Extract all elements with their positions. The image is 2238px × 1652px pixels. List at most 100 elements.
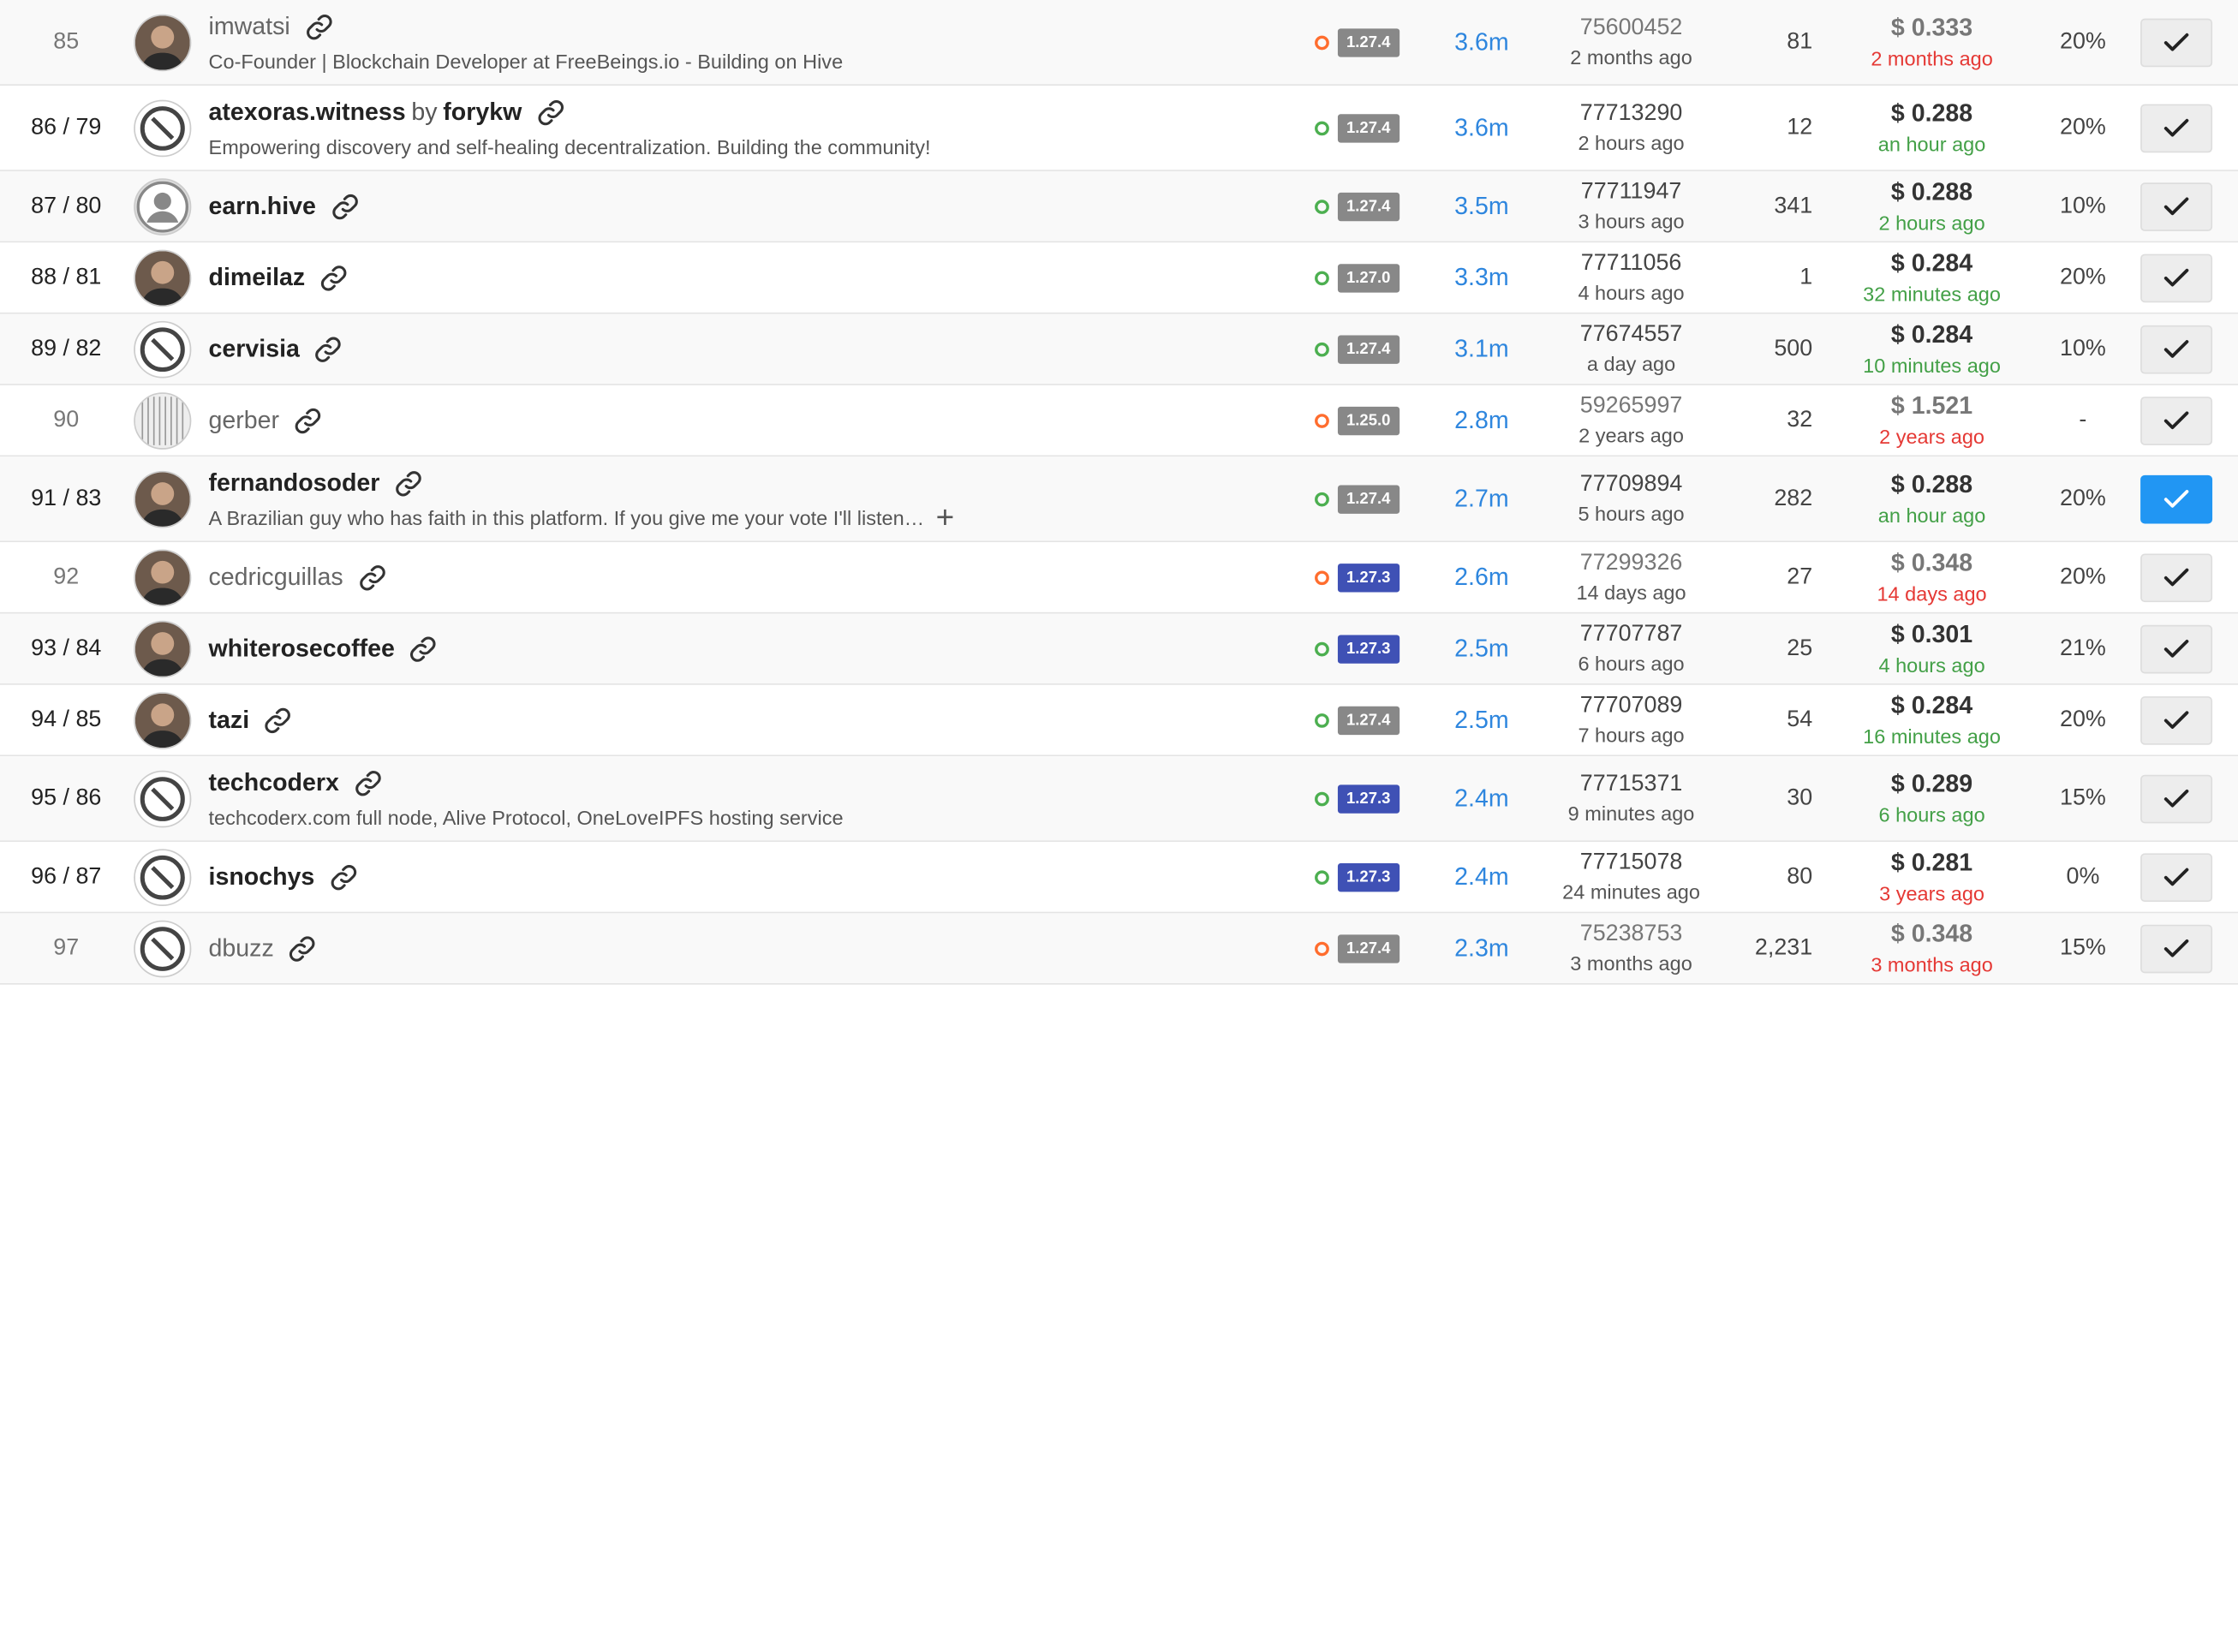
avatar-logo-icon [134,850,190,904]
witness-name-link[interactable]: tazi [209,706,250,734]
witness-name-link[interactable]: techcoderx [209,768,339,796]
last-block-number[interactable]: 77707089 [1580,694,1683,719]
link-icon[interactable] [329,862,358,891]
votes-link[interactable]: 3.6m [1439,0,1525,84]
witness-name-link[interactable]: dbuzz [209,934,274,963]
votes-link[interactable]: 2.4m [1439,842,1525,912]
vote-button[interactable] [2140,325,2213,373]
avatar[interactable] [134,13,192,71]
witness-name-link[interactable]: whiterosecoffee [209,635,395,663]
last-block-number[interactable]: 59265997 [1580,394,1683,420]
witness-name-line: cervisia [209,335,343,363]
vote-button[interactable] [2140,923,2213,973]
witness-name-link[interactable]: dimeilaz [209,263,306,291]
votes-link[interactable]: 3.1m [1439,314,1525,385]
link-icon[interactable] [409,635,439,663]
avatar[interactable] [134,320,192,378]
votes-link[interactable]: 2.6m [1439,542,1525,612]
checkmark-icon [2163,567,2189,586]
vote-button[interactable] [2140,695,2213,744]
vote-button[interactable] [2140,396,2213,445]
avatar[interactable] [134,248,192,307]
last-block-number[interactable]: 77715371 [1580,772,1683,797]
votes-link[interactable]: 2.3m [1439,913,1525,983]
vote-button[interactable] [2140,103,2213,152]
avatar-default-icon [136,180,189,232]
avatar[interactable] [134,848,192,906]
witness-name-link[interactable]: cervisia [209,335,300,363]
votes-link[interactable]: 2.8m [1439,385,1525,456]
price-feed-time: 6 hours ago [1878,803,1985,826]
status-dot-icon [1315,270,1329,285]
apr-value: - [2079,407,2087,432]
last-block-number[interactable]: 77299326 [1580,551,1683,576]
link-icon[interactable] [354,768,383,796]
votes-link[interactable]: 2.4m [1439,756,1525,840]
avatar[interactable] [134,619,192,677]
vote-button[interactable] [2140,474,2213,523]
votes-link[interactable]: 3.6m [1439,86,1525,170]
vote-button[interactable] [2140,623,2213,673]
last-block-number[interactable]: 75238753 [1580,921,1683,947]
link-icon[interactable] [394,468,423,497]
last-block-number[interactable]: 77715078 [1580,850,1683,876]
avatar[interactable] [134,391,192,450]
votes-link[interactable]: 2.7m [1439,456,1525,540]
price-feed-cell: $ 0.288 an hour ago [1846,456,2019,540]
avatar-cell [134,842,192,912]
status-dot-icon [1315,790,1329,806]
last-block-number[interactable]: 77709894 [1580,473,1683,498]
link-icon[interactable] [305,12,334,40]
vote-button[interactable] [2140,182,2213,231]
avatar[interactable] [134,769,192,827]
version-cell: 1.27.4 [1315,456,1416,540]
vote-button[interactable] [2140,17,2213,67]
status-dot-icon [1315,199,1329,214]
last-block-number[interactable]: 77674557 [1580,323,1683,349]
link-icon[interactable] [536,98,565,126]
avatar[interactable] [134,919,192,977]
vote-button[interactable] [2140,253,2213,302]
votes-link[interactable]: 3.3m [1439,242,1525,313]
votes-link[interactable]: 3.5m [1439,171,1525,242]
last-block-number[interactable]: 77711056 [1581,251,1682,277]
link-icon[interactable] [314,335,343,363]
witness-name-link[interactable]: cedricguillas [209,563,343,591]
witness-name-link[interactable]: fernandosoder [209,468,380,497]
link-icon[interactable] [331,192,360,220]
owner-name-link[interactable]: forykw [443,98,522,126]
vote-button[interactable] [2140,852,2213,902]
votes-link[interactable]: 2.5m [1439,685,1525,755]
last-block-number[interactable]: 77713290 [1580,101,1683,127]
link-icon[interactable] [319,263,349,291]
avatar[interactable] [134,548,192,606]
avatar[interactable] [134,691,192,748]
price-feed-cell: $ 0.284 32 minutes ago [1846,242,2019,313]
version-badge: 1.27.4 [1337,705,1399,735]
vote-button[interactable] [2140,552,2213,602]
witness-name-link[interactable]: imwatsi [209,12,290,40]
last-block-number[interactable]: 77707787 [1580,622,1683,647]
apr-value: 15% [2060,935,2106,960]
status-dot-icon [1315,940,1329,956]
avatar[interactable] [134,470,192,528]
link-icon[interactable] [357,563,386,591]
vote-button-cell [2139,314,2213,385]
avatar[interactable] [134,98,192,157]
expand-plus-icon[interactable]: + [936,501,955,533]
vote-button[interactable] [2140,773,2213,823]
link-icon[interactable] [264,706,293,734]
last-block-cell: 59265997 2 years ago [1545,385,1718,456]
link-icon[interactable] [294,406,323,434]
witness-name-link[interactable]: gerber [209,406,280,434]
votes-link[interactable]: 2.5m [1439,613,1525,683]
link-icon[interactable] [289,934,318,963]
avatar[interactable] [134,177,192,236]
last-block-number[interactable]: 77711947 [1581,180,1682,206]
witness-name-link[interactable]: atexoras.witness [209,98,406,126]
witness-name-link[interactable]: isnochys [209,862,315,891]
avatar-cell [134,385,192,456]
witness-name-link[interactable]: earn.hive [209,192,316,220]
rank-cell: 95 / 86 [31,785,102,810]
last-block-number[interactable]: 75600452 [1580,15,1683,41]
